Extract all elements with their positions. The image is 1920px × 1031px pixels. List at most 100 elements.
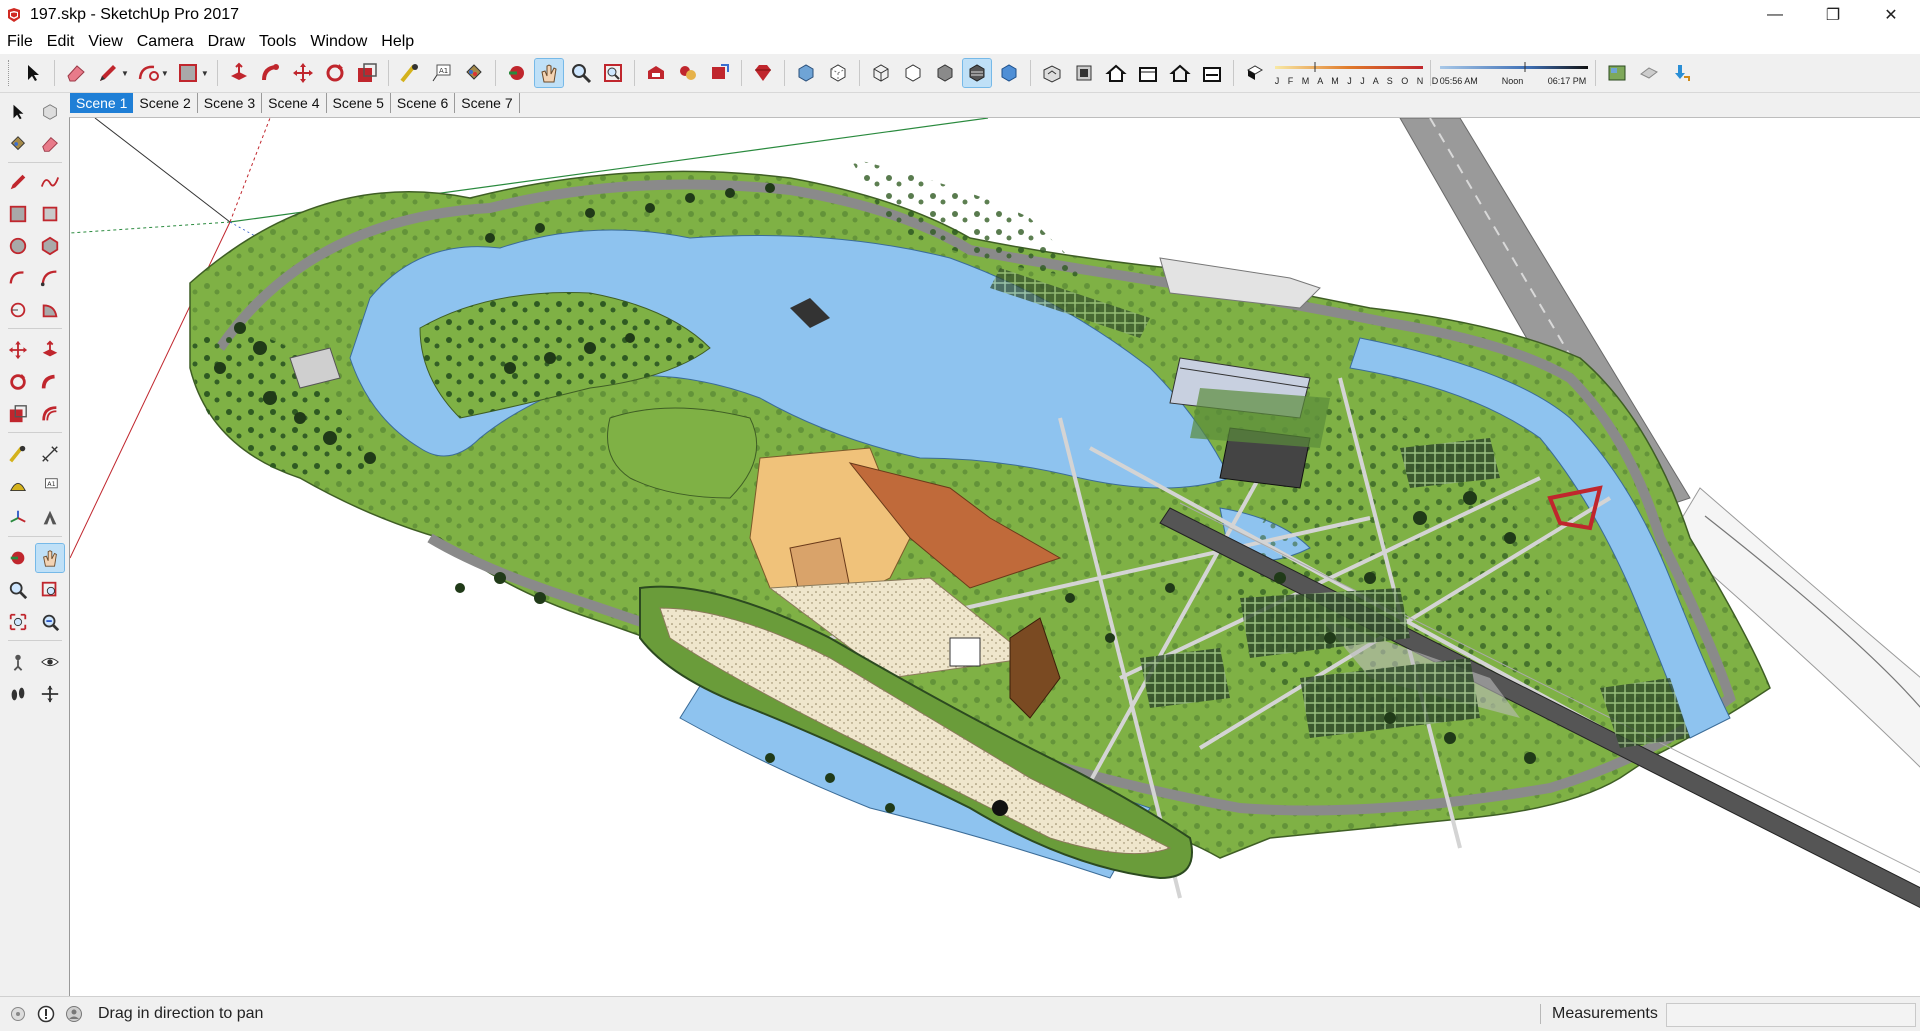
add-location-icon[interactable] — [1603, 59, 1631, 87]
walk-icon[interactable] — [4, 680, 32, 708]
menu-tools[interactable]: Tools — [252, 33, 303, 51]
credits-icon[interactable] — [36, 1004, 56, 1024]
3d-text-icon[interactable] — [36, 504, 64, 532]
import-icon[interactable] — [1667, 59, 1695, 87]
photo-texture-icon[interactable] — [1635, 59, 1663, 87]
chevron-down-icon[interactable]: ▼ — [121, 69, 129, 78]
extension-icon[interactable] — [674, 59, 702, 87]
arc-icon[interactable] — [134, 59, 162, 87]
tab-scene-1[interactable]: Scene 1 — [70, 93, 134, 113]
menu-window[interactable]: Window — [303, 33, 374, 51]
user-account-icon[interactable] — [64, 1004, 84, 1024]
tab-scene-6[interactable]: Scene 6 — [391, 93, 456, 113]
orbit-icon[interactable] — [503, 59, 531, 87]
wireframe-icon[interactable] — [867, 59, 895, 87]
tab-scene-4[interactable]: Scene 4 — [262, 93, 327, 113]
chevron-down-icon[interactable]: ▼ — [201, 69, 209, 78]
menu-draw[interactable]: Draw — [201, 33, 252, 51]
dimension-icon[interactable] — [36, 440, 64, 468]
tape-measure-icon[interactable] — [4, 440, 32, 468]
circle-icon[interactable] — [4, 232, 32, 260]
shaded-textures-icon[interactable] — [961, 58, 992, 88]
orbit-icon[interactable] — [4, 544, 32, 572]
tab-scene-3[interactable]: Scene 3 — [198, 93, 263, 113]
menu-view[interactable]: View — [81, 33, 129, 51]
left-view-icon[interactable] — [1198, 59, 1226, 87]
restore-button[interactable]: ❐ — [1804, 0, 1862, 30]
look-around-icon[interactable] — [36, 648, 64, 676]
hidden-line-icon[interactable] — [899, 59, 927, 87]
shape-icon[interactable] — [174, 59, 202, 87]
chevron-down-icon[interactable]: ▼ — [161, 69, 169, 78]
scale-icon[interactable] — [353, 59, 381, 87]
tab-scene-7[interactable]: Scene 7 — [455, 93, 520, 113]
tab-scene-5[interactable]: Scene 5 — [327, 93, 391, 113]
follow-me-icon[interactable] — [36, 368, 64, 396]
make-component-icon[interactable] — [36, 98, 64, 126]
geo-location-icon[interactable] — [8, 1004, 28, 1024]
close-button[interactable]: ✕ — [1862, 0, 1920, 30]
text-icon[interactable]: A1 — [428, 59, 456, 87]
axes-icon[interactable] — [4, 504, 32, 532]
three-point-arc-icon[interactable] — [4, 296, 32, 324]
shadows-icon[interactable] — [1241, 59, 1269, 87]
freehand-icon[interactable] — [36, 168, 64, 196]
pie-icon[interactable] — [36, 296, 64, 324]
position-camera-icon[interactable] — [4, 648, 32, 676]
xray-icon[interactable] — [792, 59, 820, 87]
rotated-rectangle-icon[interactable] — [36, 200, 64, 228]
minimize-button[interactable]: — — [1746, 0, 1804, 30]
tab-scene-2[interactable]: Scene 2 — [133, 93, 198, 113]
polygon-icon[interactable] — [36, 232, 64, 260]
two-point-arc-icon[interactable] — [36, 264, 64, 292]
push-pull-icon[interactable] — [36, 336, 64, 364]
follow-me-icon[interactable] — [257, 59, 285, 87]
paint-bucket-icon[interactable] — [4, 130, 32, 158]
model-viewport[interactable] — [69, 117, 1920, 997]
menu-edit[interactable]: Edit — [40, 33, 82, 51]
measurements-input[interactable] — [1666, 1003, 1916, 1027]
back-view-icon[interactable] — [1166, 59, 1194, 87]
site-model[interactable] — [70, 118, 1920, 997]
select-icon[interactable] — [19, 59, 47, 87]
tape-measure-icon[interactable] — [396, 59, 424, 87]
protractor-icon[interactable] — [4, 472, 32, 500]
select-icon[interactable] — [4, 98, 32, 126]
rotate-icon[interactable] — [4, 368, 32, 396]
rectangle-icon[interactable] — [4, 200, 32, 228]
menu-help[interactable]: Help — [374, 33, 421, 51]
top-view-icon[interactable] — [1070, 59, 1098, 87]
push-pull-icon[interactable] — [225, 59, 253, 87]
pan-icon[interactable] — [533, 58, 564, 88]
shaded-icon[interactable] — [931, 59, 959, 87]
pencil-icon[interactable] — [94, 59, 122, 87]
zoom-icon[interactable] — [567, 59, 595, 87]
section-plane-icon[interactable] — [36, 680, 64, 708]
share-model-icon[interactable] — [706, 59, 734, 87]
front-view-icon[interactable] — [1102, 59, 1130, 87]
eraser-icon[interactable] — [36, 130, 64, 158]
right-view-icon[interactable] — [1134, 59, 1162, 87]
zoom-window-icon[interactable] — [36, 576, 64, 604]
zoom-icon[interactable] — [4, 576, 32, 604]
monochrome-icon[interactable] — [995, 59, 1023, 87]
text-icon[interactable]: A1 — [36, 472, 64, 500]
shadow-time-slider[interactable]: 05:56 AM Noon 06:17 PM — [1439, 58, 1590, 88]
arc-icon[interactable] — [4, 264, 32, 292]
zoom-extents-icon[interactable] — [599, 59, 627, 87]
rotate-icon[interactable] — [321, 59, 349, 87]
zoom-extents-icon[interactable] — [4, 608, 32, 636]
scale-icon[interactable] — [4, 400, 32, 428]
move-icon[interactable] — [4, 336, 32, 364]
pan-icon[interactable] — [35, 543, 65, 573]
iso-view-icon[interactable] — [1038, 59, 1066, 87]
menu-camera[interactable]: Camera — [130, 33, 201, 51]
warehouse-icon[interactable] — [642, 59, 670, 87]
shadow-date-slider[interactable]: J F M A M J J A S O N D — [1274, 58, 1438, 88]
menu-file[interactable]: File — [0, 33, 40, 51]
move-icon[interactable] — [289, 59, 317, 87]
line-icon[interactable] — [4, 168, 32, 196]
previous-view-icon[interactable] — [36, 608, 64, 636]
offset-icon[interactable] — [36, 400, 64, 428]
ruby-icon[interactable] — [749, 59, 777, 87]
